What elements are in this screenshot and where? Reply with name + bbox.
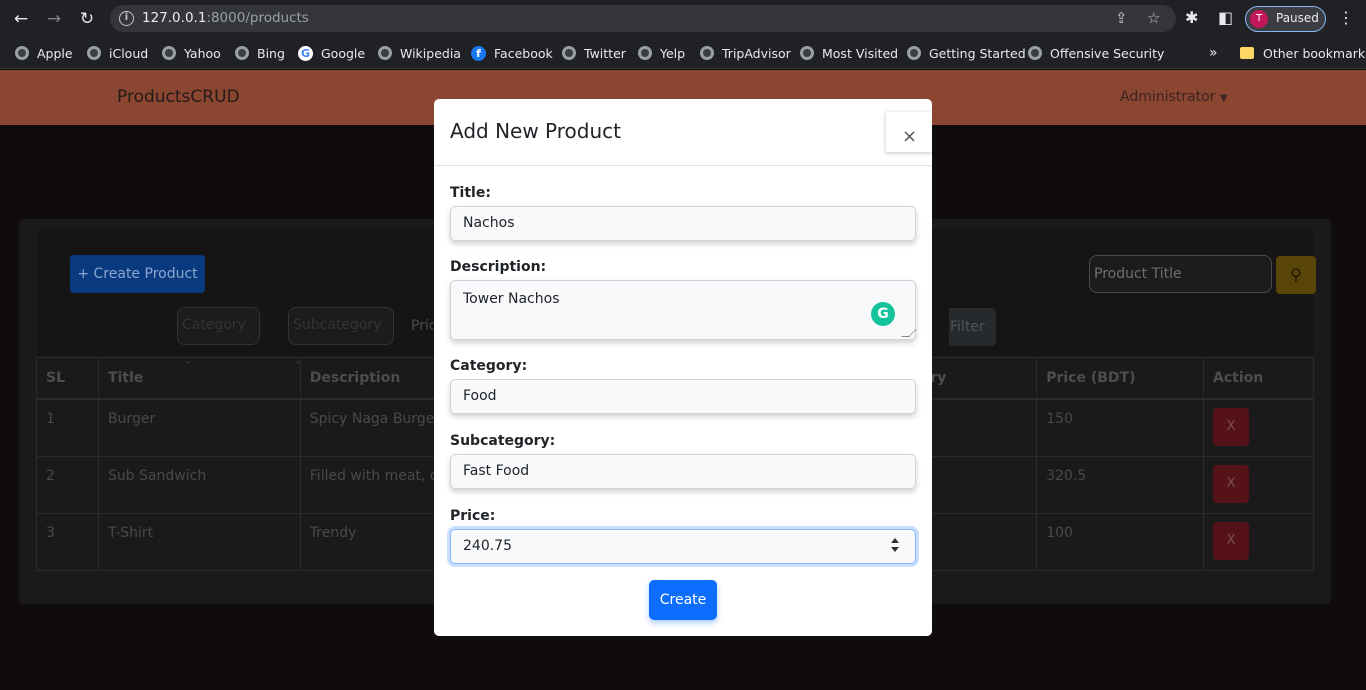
bookmark-yahoo[interactable]: Yahoo [162,43,221,63]
globe-icon [800,46,814,60]
add-product-modal: Add New Product × Title: Nachos Descript… [434,99,932,636]
category-input[interactable]: Food [450,379,916,414]
grammarly-icon[interactable]: G [871,302,895,326]
title-input[interactable]: Nachos [450,206,916,241]
bookmark-offensive-security[interactable]: Offensive Security [1028,43,1164,63]
reload-icon[interactable]: ↻ [77,9,97,29]
column-header: Price (BDT) [1036,357,1205,400]
cell-price: 100 [1036,512,1205,571]
navbar-brand[interactable]: ProductsCRUD [117,87,240,107]
globe-icon [562,46,576,60]
globe-icon [378,46,392,60]
number-spinner[interactable] [891,538,901,556]
bookmark-tripadvisor[interactable]: TripAdvisor [700,43,791,63]
cell-sl: 3 [36,512,99,571]
globe-icon [87,46,101,60]
filter-button[interactable]: Filter [949,308,996,346]
bookmark-icloud[interactable]: iCloud [87,43,148,63]
avatar: T [1250,10,1268,28]
forward-icon[interactable]: → [44,9,64,29]
globe-icon [638,46,652,60]
profile-status: Paused [1276,11,1319,25]
bookmark-twitter[interactable]: Twitter [562,43,626,63]
resize-handle[interactable] [901,329,917,337]
delete-button[interactable]: X [1213,464,1250,503]
search-icon: ⚲ [1290,265,1302,284]
globe-icon [700,46,714,60]
globe-icon [162,46,176,60]
bookmark-yelp[interactable]: Yelp [638,43,685,63]
back-icon[interactable]: ← [11,9,31,29]
folder-icon [1240,47,1254,59]
extensions-icon[interactable]: ✱ [1185,8,1198,27]
close-icon: × [902,126,918,147]
modal-title: Add New Product [450,119,621,143]
bookmark-bing[interactable]: Bing [235,43,285,63]
category-label: Category: [450,358,528,374]
globe-icon [15,46,29,60]
cell-action: X [1203,455,1314,514]
globe-icon [907,46,921,60]
url-text[interactable]: 127.0.0.1:8000/products [142,10,309,26]
cell-price: 150 [1036,398,1205,457]
side-panel-icon[interactable]: ◧ [1218,8,1233,27]
address-bar[interactable]: i 127.0.0.1:8000/products ⇪ ☆ [110,5,1176,32]
description-textarea[interactable]: Tower Nachos G [450,280,917,340]
subcategory-label: Subcategory: [450,433,556,449]
bookmark-google[interactable]: G Google [298,43,365,63]
menu-kebab-icon[interactable]: ⋮ [1338,8,1354,27]
bookmark-getting-started[interactable]: Getting Started [907,43,1026,63]
bookmark-star-icon[interactable]: ☆ [1147,9,1160,27]
modal-header: Add New Product × [434,99,932,166]
cell-action: X [1203,512,1314,571]
create-product-button[interactable]: + Create Product [70,255,205,293]
column-header: SL [36,357,99,400]
cell-action: X [1203,398,1314,457]
globe-icon [1028,46,1042,60]
column-header: Title [97,357,301,400]
delete-button[interactable]: X [1213,521,1250,560]
bookmarks-overflow[interactable]: » [1209,43,1218,63]
search-input[interactable]: Product Title [1089,255,1272,293]
cell-title: Sub Sandwich [97,455,301,514]
bookmark-facebook[interactable]: f Facebook [471,43,553,63]
bookmark-most-visited[interactable]: Most Visited [800,43,898,63]
title-label: Title: [450,185,491,201]
column-header: Action [1203,357,1314,400]
bookmark-wikipedia[interactable]: Wikipedia [378,43,461,63]
facebook-icon: f [471,45,486,61]
bookmarks-bar: Apple iCloud Yahoo Bing G Google Wikipedi… [0,37,1366,69]
site-info-icon[interactable]: i [119,11,134,26]
delete-button[interactable]: X [1213,408,1250,446]
close-button[interactable]: × [886,112,932,152]
cell-price: 320.5 [1036,455,1205,514]
cell-title: Burger [97,398,301,457]
search-button[interactable]: ⚲ [1276,256,1316,294]
browser-toolbar: ← → ↻ i 127.0.0.1:8000/products ⇪ ☆ ✱ ◧ … [0,0,1366,37]
category-select[interactable]: Category ⌄ [177,307,260,368]
cell-title: T-Shirt [97,512,301,571]
caret-down-icon: ▼ [1219,93,1228,104]
profile-button[interactable]: T Paused [1245,6,1326,32]
globe-icon [235,46,249,60]
bookmark-apple[interactable]: Apple [15,43,73,63]
cell-sl: 2 [36,455,99,514]
description-label: Description: [450,259,547,275]
cell-sl: 1 [36,398,99,457]
price-label: Price: [450,508,496,524]
bookmark-other[interactable]: Other bookmarks [1240,43,1366,63]
share-icon[interactable]: ⇪ [1115,9,1128,27]
price-input[interactable]: 240.75 [450,529,916,564]
user-menu[interactable]: Administrator ▼ [1120,89,1228,105]
create-button[interactable]: Create [649,580,717,620]
google-icon: G [298,45,313,61]
subcategory-input[interactable]: Fast Food [450,454,916,489]
subcategory-select[interactable]: Subcategory ⌄ [288,307,394,368]
